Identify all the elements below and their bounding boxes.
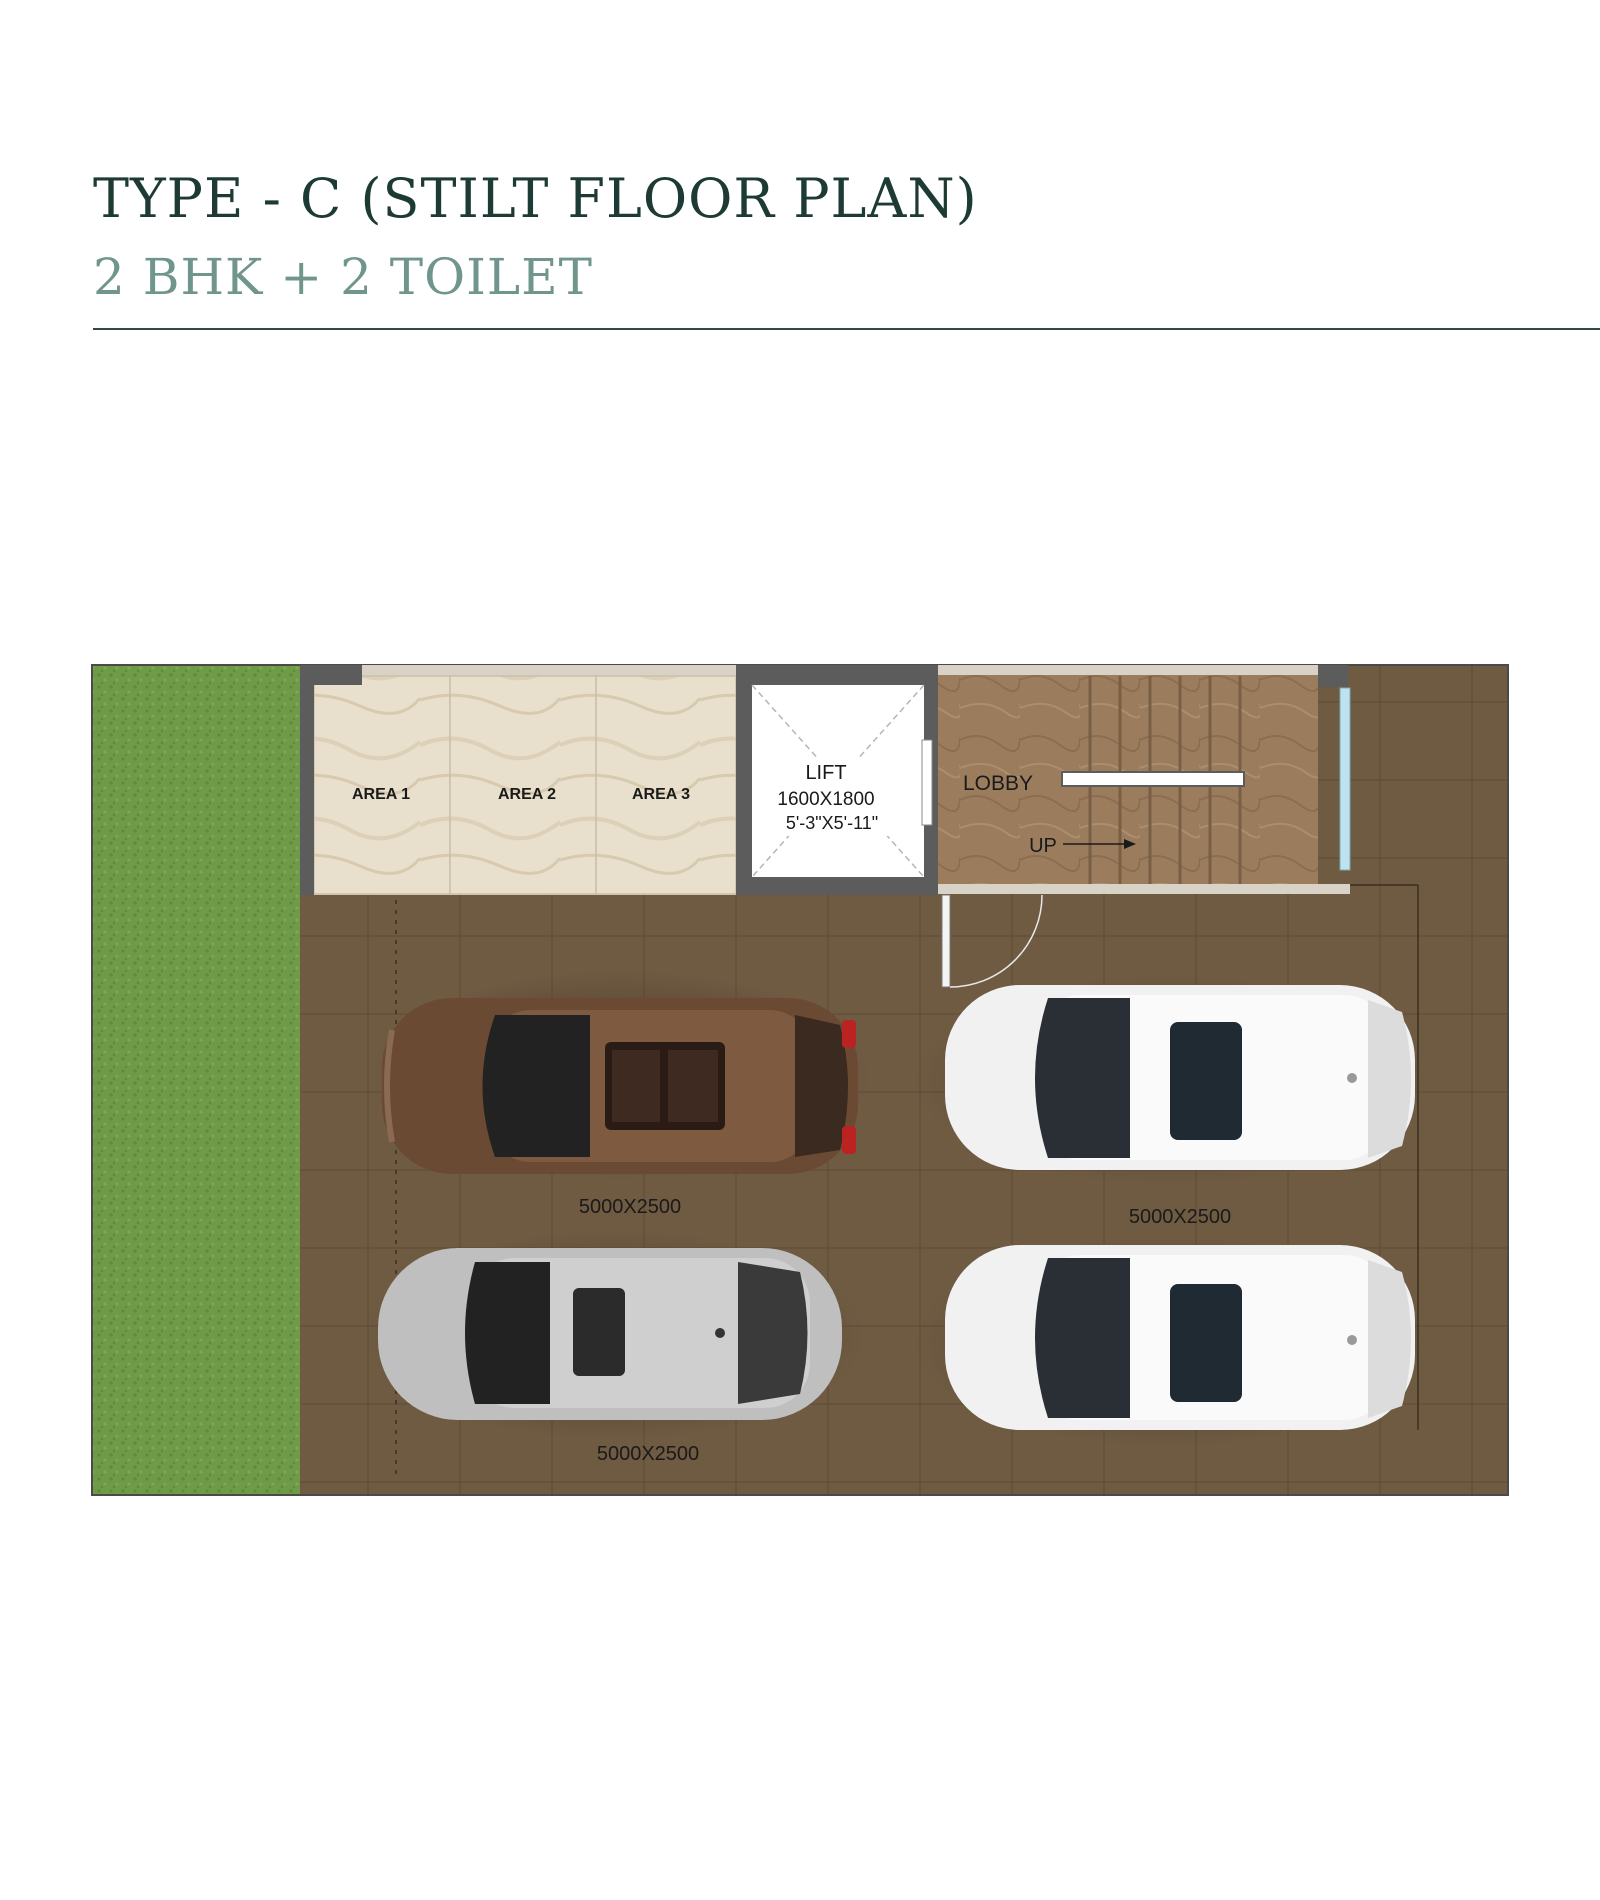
entrance-door-leaf bbox=[941, 894, 951, 988]
lift-dimensions: 1600X1800 bbox=[777, 789, 874, 810]
lift-dimensions-imperial: 5'-3"X5'-11" bbox=[786, 813, 878, 833]
slot-dimension-top-left: 5000X2500 bbox=[579, 1196, 681, 1218]
lift-door bbox=[921, 739, 933, 826]
stair-up-label: UP bbox=[1029, 835, 1057, 857]
wall-column-top-left bbox=[300, 665, 362, 685]
lobby-label: LOBBY bbox=[963, 772, 1033, 795]
car-silver-sedan bbox=[365, 1230, 865, 1440]
wall-column-lobby-right bbox=[1318, 665, 1348, 687]
lobby-window bbox=[1339, 687, 1351, 871]
area-2-label: AREA 2 bbox=[498, 786, 556, 803]
lobby-bottom-wall bbox=[938, 884, 1350, 894]
car-white-suv-bottom bbox=[915, 1237, 1425, 1447]
area-2-room bbox=[449, 675, 597, 895]
slot-dimension-top-right: 5000X2500 bbox=[1129, 1206, 1231, 1228]
lawn-strip bbox=[92, 665, 300, 1495]
area-3-label: AREA 3 bbox=[632, 786, 690, 803]
stilt-floor-plan: AREA 1 AREA 2 AREA 3 LIFT 1600X1800 5'-3… bbox=[91, 664, 1509, 1496]
area-1-room bbox=[313, 675, 451, 895]
car-white-suv-top bbox=[915, 975, 1425, 1185]
lobby-top-band bbox=[938, 665, 1318, 675]
lift-label: LIFT bbox=[805, 762, 846, 784]
area-1-label: AREA 1 bbox=[352, 786, 410, 803]
car-brown-suv bbox=[370, 970, 870, 1180]
wall-column-left bbox=[300, 665, 314, 895]
slot-dimension-bottom-left: 5000X2500 bbox=[597, 1443, 699, 1465]
area-3-room bbox=[595, 675, 737, 895]
stair-handrail bbox=[1061, 771, 1245, 787]
